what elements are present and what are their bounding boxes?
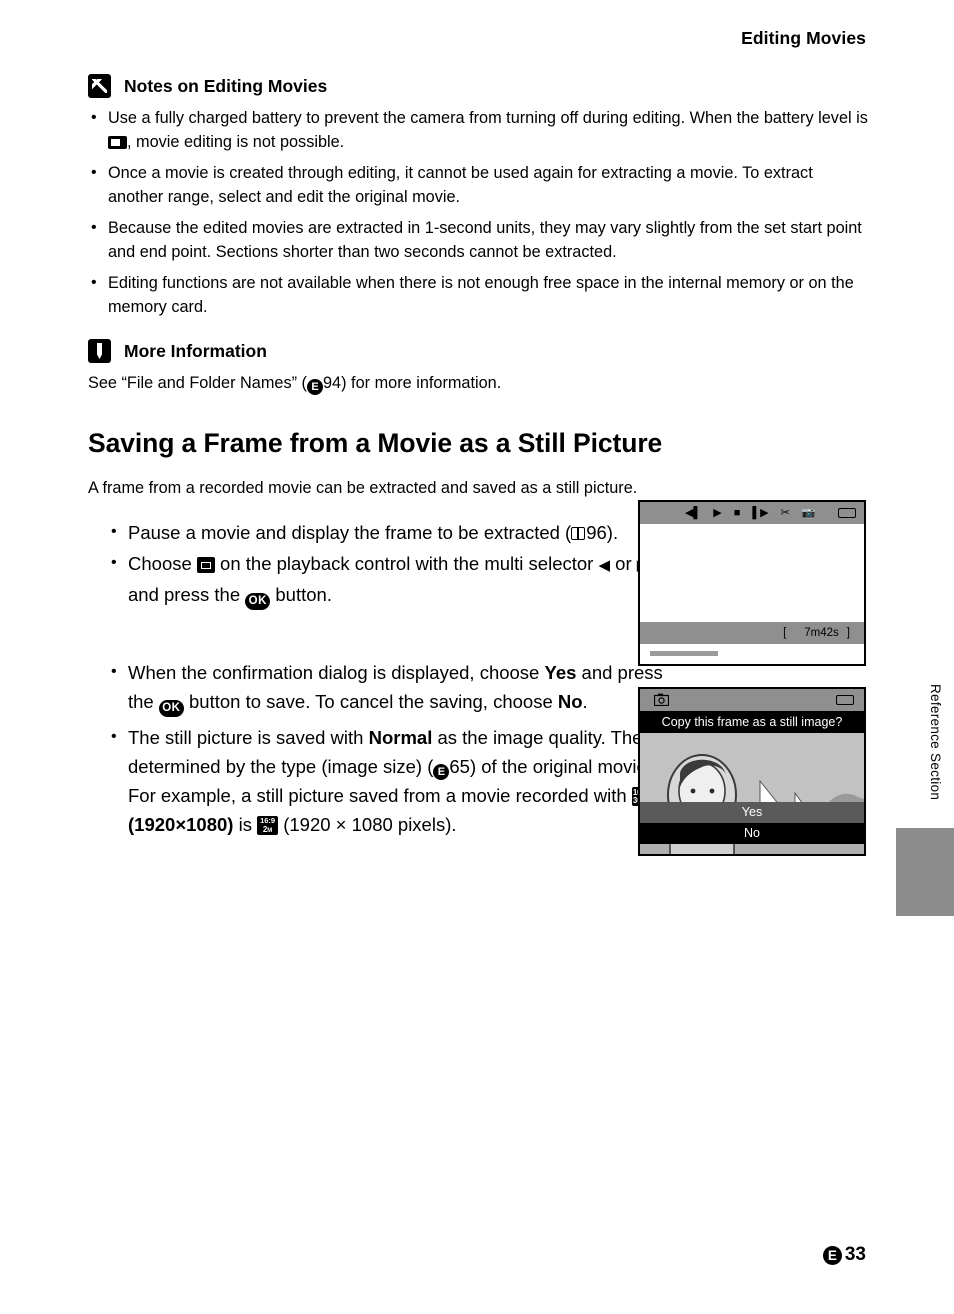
pencil-icon <box>88 339 111 363</box>
note-text: Because the edited movies are extracted … <box>108 219 862 261</box>
note-text-pre: Use a fully charged battery to prevent t… <box>108 109 868 127</box>
step-text: Pause a movie and display the frame to b… <box>128 522 572 543</box>
step-text: Choose <box>128 553 197 574</box>
e-mark-icon: E <box>433 764 450 780</box>
ok-button-icon: OK <box>158 700 184 717</box>
note-text: Once a movie is created through editing,… <box>108 164 813 206</box>
list-item: Pause a movie and display the frame to b… <box>108 517 668 547</box>
list-item: Once a movie is created through editing,… <box>88 161 868 209</box>
list-item: Use a fully charged battery to prevent t… <box>88 106 868 154</box>
option-no-bold: No <box>557 691 583 712</box>
page-title: Saving a Frame from a Movie as a Still P… <box>88 427 663 458</box>
e-mark-icon: E <box>822 1245 842 1265</box>
warning-icon <box>88 74 111 98</box>
step-text-3: or <box>610 553 637 574</box>
note-text: Editing functions are not available when… <box>108 274 854 316</box>
step-text-5: is <box>233 814 258 835</box>
arrow-left-icon: ◀ <box>598 557 611 574</box>
quality-normal-bold: Normal <box>368 727 433 748</box>
more-information-title: More Information <box>124 340 267 361</box>
list-item: When the confirmation dialog is displaye… <box>108 657 668 717</box>
16-9-2m-icon: 16:9 2M <box>257 816 279 835</box>
step-text: When the confirmation dialog is displaye… <box>128 662 545 683</box>
running-head: Editing Movies <box>741 28 866 48</box>
movie-playback-screen: ◀▌ ▶ ■ ▌▶ ✂ 📷 [ 7m42s ] <box>638 500 866 666</box>
playback-control-bar: ◀▌ ▶ ■ ▌▶ ✂ 📷 <box>640 502 864 524</box>
note-text-post: , movie editing is not possible. <box>127 132 345 151</box>
step-text: The still picture is saved with <box>128 727 369 748</box>
notes-list: Use a fully charged battery to prevent t… <box>88 106 868 319</box>
step-text-3: button to save. To cancel the saving, ch… <box>183 691 558 712</box>
progress-bar <box>650 651 718 656</box>
more-info-text-post: ) for more information. <box>341 374 502 392</box>
notes-title: Notes on Editing Movies <box>124 75 328 96</box>
ok-button-icon: OK <box>245 593 271 610</box>
battery-icon <box>838 508 856 518</box>
book-icon <box>571 527 586 541</box>
section-tab-label: Reference Section <box>928 684 943 801</box>
playback-time-bar: [ 7m42s ] <box>640 622 864 644</box>
list-item: Because the edited movies are extracted … <box>88 216 868 264</box>
step-text-2: on the playback control with the multi s… <box>214 553 599 574</box>
e-mark-icon: E <box>306 379 323 395</box>
more-info-text-pre: See “File and Folder Names” ( <box>88 374 307 392</box>
steps-list-top: Pause a movie and display the frame to b… <box>88 517 668 610</box>
option-yes-bold: Yes <box>544 662 577 683</box>
more-information-text: See “File and Folder Names” (E 94) for mo… <box>88 372 868 396</box>
dialog-option-yes[interactable]: Yes <box>640 802 864 823</box>
notes-heading: Notes on Editing Movies <box>88 74 868 98</box>
step-text-4: For example, a still picture saved from … <box>128 785 632 806</box>
time-code: 7m42s <box>804 627 839 639</box>
more-information-heading: More Information <box>88 339 868 363</box>
save-frame-dialog-screen: Copy this frame as a still image? Yes No <box>638 687 866 856</box>
step-text-5: button. <box>270 584 332 605</box>
dialog-option-no[interactable]: No <box>640 823 864 844</box>
stop-icon[interactable]: ■ <box>734 507 741 519</box>
scissors-icon[interactable]: ✂ <box>781 507 790 519</box>
save-frame-icon[interactable]: 📷 <box>802 507 816 519</box>
page-number: 33 <box>844 1244 866 1265</box>
list-item: Choose on the playback control with the … <box>108 548 668 610</box>
section-intro: A frame from a recorded movie can be ext… <box>88 478 638 497</box>
advance-icon[interactable]: ▌▶ <box>752 507 768 519</box>
step-text-4: . <box>582 691 588 712</box>
rewind-icon[interactable]: ◀▌ <box>685 507 701 519</box>
page: Editing Movies Reference Section Notes o… <box>0 0 954 1314</box>
battery-empty-icon <box>108 135 127 149</box>
save-frame-icon <box>196 557 215 573</box>
playback-progress[interactable] <box>640 644 864 664</box>
step-text-4: and press the <box>128 584 246 605</box>
list-item: Editing functions are not available when… <box>88 271 868 319</box>
play-icon[interactable]: ▶ <box>713 507 721 519</box>
battery-icon <box>836 695 854 705</box>
time-bracket-right: ] <box>846 627 850 639</box>
dialog-prompt: Copy this frame as a still image? <box>640 711 864 733</box>
step-text-2: 96). <box>586 522 619 543</box>
page-footer: E 33 <box>822 1244 866 1266</box>
dialog-status-bar <box>640 689 864 711</box>
step-text-3: 65) of the original movie. <box>449 756 652 777</box>
save-frame-icon <box>654 693 669 706</box>
more-info-ref-page: 94 <box>322 374 342 392</box>
steps-list-bottom: When the confirmation dialog is displaye… <box>88 657 770 839</box>
step-text-6: (1920 × 1080 pixels). <box>278 814 457 835</box>
time-bracket-left: [ <box>783 627 787 639</box>
